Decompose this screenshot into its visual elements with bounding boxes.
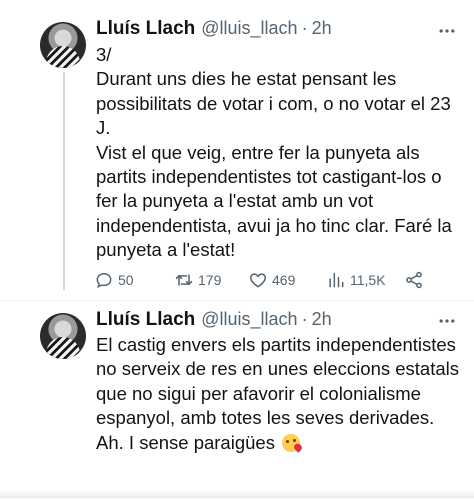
tweet[interactable]: Lluís Llach @lluis_llach · 2h 3/ Durant … <box>0 0 474 300</box>
tweet-actions: 50 179 469 11,5K <box>94 268 434 292</box>
avatar[interactable] <box>40 313 86 359</box>
tweet-header: Lluís Llach @lluis_llach · 2h <box>96 309 332 331</box>
scroll-fade <box>0 490 474 498</box>
tweet-header: Lluís Llach @lluis_llach · 2h <box>96 18 332 40</box>
retweet-button[interactable]: 179 <box>174 268 221 292</box>
tweet-text-content: El castig envers els partits independent… <box>96 334 459 453</box>
views-icon <box>326 270 346 290</box>
retweet-count: 179 <box>198 272 221 288</box>
timestamp[interactable]: 2h <box>312 309 332 330</box>
author-name[interactable]: Lluís Llach <box>96 309 195 331</box>
kiss-emoji-icon <box>282 434 300 452</box>
share-button[interactable] <box>404 268 424 292</box>
like-count: 469 <box>272 272 295 288</box>
tweet-text: 3/ Durant uns dies he estat pensant les … <box>96 43 462 263</box>
more-options-icon[interactable] <box>434 18 460 44</box>
reply-icon <box>94 270 114 290</box>
like-icon <box>248 270 268 290</box>
separator-dot: · <box>302 309 308 330</box>
timestamp[interactable]: 2h <box>312 18 332 39</box>
tweet-text: El castig envers els partits independent… <box>96 333 462 455</box>
share-icon <box>404 270 424 290</box>
more-options-icon[interactable] <box>434 308 460 334</box>
author-handle[interactable]: @lluis_llach <box>201 18 297 39</box>
like-button[interactable]: 469 <box>248 268 295 292</box>
author-handle[interactable]: @lluis_llach <box>201 309 297 330</box>
retweet-icon <box>174 270 194 290</box>
views-count: 11,5K <box>350 272 386 288</box>
separator-dot: · <box>302 18 308 39</box>
author-name[interactable]: Lluís Llach <box>96 18 195 40</box>
views-button[interactable]: 11,5K <box>326 268 386 292</box>
reply-count: 50 <box>118 272 134 288</box>
reply-button[interactable]: 50 <box>94 268 134 292</box>
avatar[interactable] <box>40 22 86 68</box>
